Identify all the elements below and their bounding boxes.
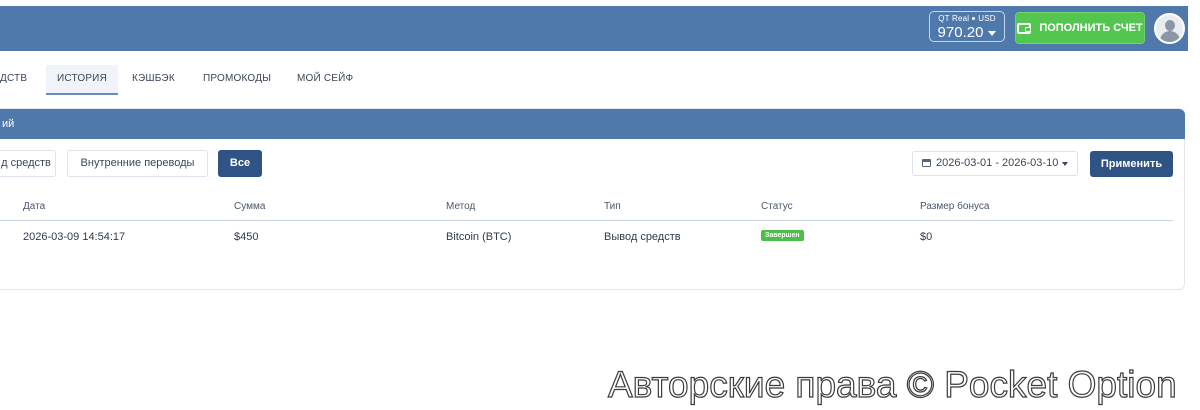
tab-cashback[interactable]: кэшбэк xyxy=(132,65,175,93)
filter-withdrawals-button[interactable]: д средств xyxy=(0,150,56,177)
account-label: QT Real USD xyxy=(930,14,1004,23)
balance-selector[interactable]: QT Real USD 970.20 xyxy=(929,11,1005,42)
column-header-type: Тип xyxy=(604,201,621,212)
account-type: QT Real xyxy=(938,14,970,23)
tab-promocodes[interactable]: промокоды xyxy=(203,65,271,93)
chevron-down-icon xyxy=(1062,162,1068,166)
calendar-icon xyxy=(922,159,931,167)
wallet-icon xyxy=(1017,22,1032,34)
tab-withdrawal[interactable]: дств xyxy=(0,65,27,93)
chevron-down-icon xyxy=(988,30,997,36)
table-header-divider xyxy=(0,220,1173,221)
column-header-method: Метод xyxy=(446,201,476,212)
cell-type: Вывод средств xyxy=(604,231,681,243)
tab-bar: дств история кэшбэк промокоды мой сейф xyxy=(0,65,1200,95)
panel-title: ий xyxy=(0,109,1185,139)
avatar[interactable] xyxy=(1154,13,1185,44)
cell-amount: $450 xyxy=(234,231,259,243)
avatar-head-icon xyxy=(1165,20,1175,31)
transactions-panel: ий xyxy=(0,108,1185,290)
apply-button[interactable]: Применить xyxy=(1090,151,1173,177)
deposit-button[interactable]: пополнить счет xyxy=(1015,12,1145,44)
separator-dot xyxy=(972,17,976,21)
date-range-picker[interactable]: 2026-03-01 - 2026-03-10 xyxy=(912,151,1078,176)
deposit-label: пополнить счет xyxy=(1039,22,1143,34)
avatar-body-icon xyxy=(1160,31,1180,42)
column-header-status: Статус xyxy=(761,201,793,212)
cell-date: 2026-03-09 14:54:17 xyxy=(23,231,126,243)
cell-method: Bitcoin (BTC) xyxy=(446,231,512,243)
column-header-bonus: Размер бонуса xyxy=(920,201,990,212)
copyright-watermark: Авторские права © Pocket Option xyxy=(607,363,1177,405)
top-header: QT Real USD 970.20 пополнить счет xyxy=(0,6,1188,51)
balance-amount-row: 970.20 xyxy=(930,24,1004,41)
tab-my-safe[interactable]: мой сейф xyxy=(297,65,353,93)
balance-amount: 970.20 xyxy=(937,24,984,41)
cell-bonus: $0 xyxy=(920,231,933,243)
tab-history[interactable]: история xyxy=(46,65,118,95)
column-header-date: Дата xyxy=(23,201,46,212)
filter-all-button[interactable]: Все xyxy=(218,150,262,177)
account-currency: USD xyxy=(978,14,996,23)
status-badge: Завершен xyxy=(761,230,804,241)
filter-internal-transfers-button[interactable]: Внутренние переводы xyxy=(67,150,208,177)
column-header-amount: Сумма xyxy=(234,201,266,212)
date-range-value: 2026-03-01 - 2026-03-10 xyxy=(936,157,1059,169)
